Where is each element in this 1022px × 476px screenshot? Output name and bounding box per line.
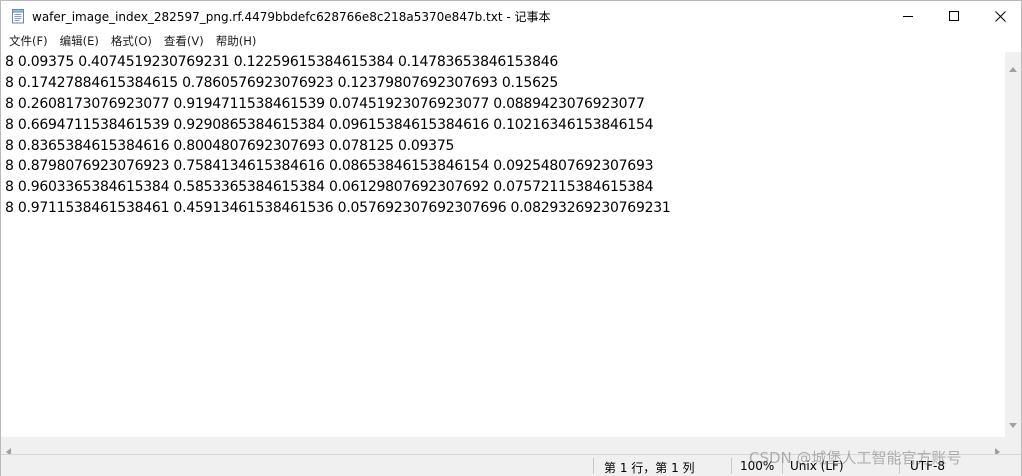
notepad-window: wafer_image_index_282597_png.rf.4479bbde… bbox=[0, 0, 1022, 476]
horizontal-scrollbar[interactable] bbox=[1, 437, 1005, 456]
status-divider bbox=[782, 458, 783, 474]
vertical-scrollbar[interactable] bbox=[1005, 52, 1021, 437]
text-line: 8 0.8365384615384616 0.8004807692307693 … bbox=[5, 137, 455, 154]
menu-help[interactable]: 帮助(H) bbox=[210, 32, 263, 51]
text-editor-area[interactable]: 8 0.09375 0.4074519230769231 0.122596153… bbox=[1, 52, 1005, 437]
menu-bar: 文件(F) 编辑(E) 格式(O) 查看(V) 帮助(H) bbox=[1, 32, 1021, 51]
scroll-down-arrow-icon[interactable] bbox=[1009, 413, 1017, 432]
menu-format[interactable]: 格式(O) bbox=[105, 32, 158, 51]
menu-view[interactable]: 查看(V) bbox=[158, 32, 210, 51]
zoom-level: 100% bbox=[740, 459, 775, 473]
text-encoding: UTF-8 bbox=[910, 459, 945, 473]
menu-edit[interactable]: 编辑(E) bbox=[54, 32, 105, 51]
status-bar: 第 1 行，第 1 列 100% Unix (LF) UTF-8 bbox=[1, 454, 1021, 476]
text-line: 8 0.09375 0.4074519230769231 0.122596153… bbox=[5, 54, 559, 70]
menu-file[interactable]: 文件(F) bbox=[3, 32, 54, 51]
window-title: wafer_image_index_282597_png.rf.4479bbde… bbox=[32, 10, 551, 24]
minimize-icon bbox=[903, 16, 913, 17]
text-line: 8 0.17427884615384615 0.7860576923076923… bbox=[5, 74, 559, 91]
status-divider bbox=[899, 458, 900, 474]
minimize-button[interactable] bbox=[885, 1, 931, 31]
text-line: 8 0.6694711538461539 0.9290865384615384 … bbox=[5, 116, 654, 133]
maximize-button[interactable] bbox=[931, 1, 977, 31]
text-line: 8 0.2608173076923077 0.9194711538461539 … bbox=[5, 95, 645, 112]
text-line: 8 0.9711538461538461 0.45913461538461536… bbox=[5, 200, 671, 217]
status-divider bbox=[593, 458, 594, 474]
cursor-position: 第 1 行，第 1 列 bbox=[604, 461, 695, 475]
title-bar[interactable]: wafer_image_index_282597_png.rf.4479bbde… bbox=[1, 1, 1021, 31]
text-line: 8 0.8798076923076923 0.7584134615384616 … bbox=[5, 158, 654, 175]
notepad-icon bbox=[10, 8, 26, 24]
status-divider bbox=[731, 458, 732, 474]
close-icon bbox=[994, 10, 1006, 22]
close-button[interactable] bbox=[977, 1, 1022, 31]
scrollbar-corner bbox=[1005, 437, 1021, 454]
text-line: 8 0.9603365384615384 0.5853365384615384 … bbox=[5, 179, 654, 196]
line-ending: Unix (LF) bbox=[790, 459, 844, 473]
maximize-icon bbox=[949, 11, 959, 21]
scroll-up-arrow-icon[interactable] bbox=[1009, 57, 1017, 76]
